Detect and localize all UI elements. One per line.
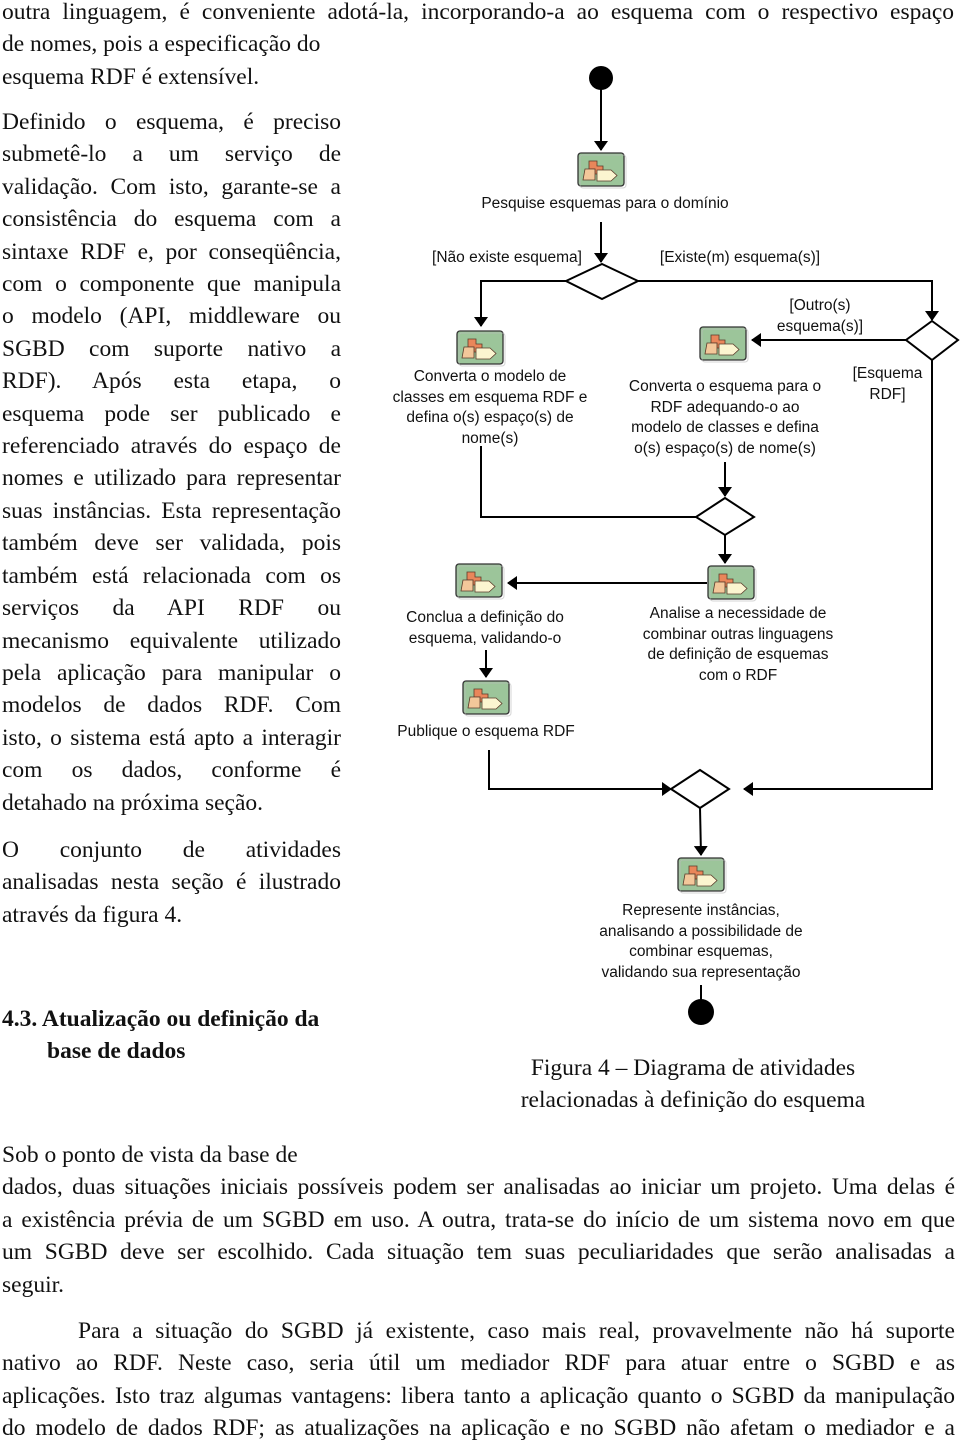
guard-other-schema: [Outro(s) esquema(s)] bbox=[776, 297, 864, 335]
text-line: dados, duas situações iniciais possíveis… bbox=[2, 1174, 955, 1201]
text-line: seguir. bbox=[2, 1271, 65, 1298]
activity-label-analyse: Analise a necessidade de combinar outras… bbox=[642, 605, 834, 684]
activity-label-publish: Publique o esquema RDF bbox=[397, 723, 575, 740]
text-line: a existência prévia de um SGBD em uso. A… bbox=[2, 1206, 955, 1233]
text-line: aplicações. Isto traz algumas vantagens:… bbox=[2, 1382, 955, 1409]
activity-icon bbox=[455, 563, 505, 600]
body-paragraph-existing-dbms: Para a situação do SGBD já existente, ca… bbox=[2, 1315, 955, 1445]
text-line: um SGBD deve ser escolhido. Cada situaçã… bbox=[2, 1239, 955, 1266]
activity-icon bbox=[707, 565, 757, 602]
activity-icon bbox=[577, 152, 627, 189]
activity-label-convert-schema: Converta o esquema para o RDF adequando-… bbox=[628, 378, 822, 457]
text-line: Para a situação do SGBD já existente, ca… bbox=[78, 1318, 955, 1344]
section-title-line2: base de dados bbox=[47, 1038, 186, 1065]
activity-label-search: Pesquise esquemas para o domínio bbox=[481, 195, 729, 212]
decision-node bbox=[669, 768, 731, 810]
activity-diagram: Pesquise esquemas para o domínio [Não ex… bbox=[0, 0, 960, 1040]
body-paragraph-database: Sob o ponto de vista da base de dados, d… bbox=[2, 1139, 955, 1301]
decision-node bbox=[563, 262, 641, 301]
text-line: nativo ao RDF. Neste caso, seria útil um… bbox=[2, 1350, 955, 1377]
text-line: Sob o ponto de vista da base de bbox=[2, 1142, 298, 1168]
text-line: do modelo de dados RDF; as atualizações … bbox=[2, 1415, 955, 1442]
guard-no-schema: [Não existe esquema] bbox=[432, 249, 582, 266]
activity-label-convert-model: Converta o modelo de classes em esquema … bbox=[392, 368, 588, 447]
start-node bbox=[589, 66, 613, 90]
activity-icon bbox=[462, 680, 512, 717]
activity-label-represent: Represente instâncias, analisando a poss… bbox=[599, 902, 803, 981]
activity-icon bbox=[677, 857, 727, 894]
end-node bbox=[688, 999, 714, 1025]
activity-label-conclude: Conclua a definição do esquema, validand… bbox=[406, 609, 564, 647]
flow-edge bbox=[474, 280, 566, 327]
flow-edge bbox=[693, 807, 708, 856]
diagram-canvas bbox=[455, 66, 960, 1025]
decision-node bbox=[904, 319, 960, 362]
decision-node bbox=[694, 496, 756, 537]
guard-exists-schema: [Existe(m) esquema(s)] bbox=[659, 249, 821, 266]
activity-icon bbox=[699, 326, 749, 363]
guard-rdf-schema: [Esquema RDF] bbox=[852, 365, 923, 403]
flow-edge bbox=[488, 750, 672, 796]
figure-caption: Figura 4 – Diagrama de atividades relaci… bbox=[520, 1055, 866, 1113]
activity-icon bbox=[456, 330, 506, 367]
